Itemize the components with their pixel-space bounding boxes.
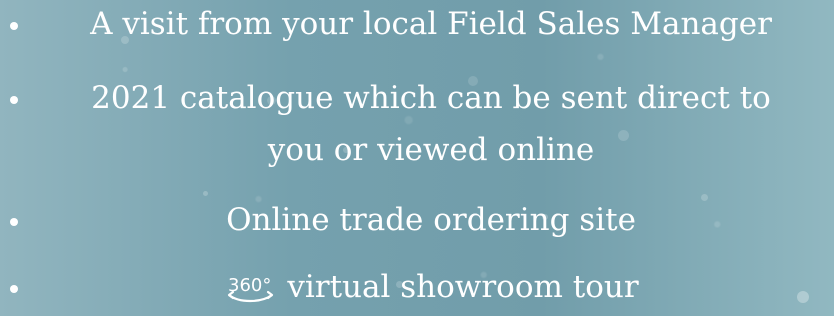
bullet-icon xyxy=(10,22,18,30)
list-item-text: A visit from your local Field Sales Mana… xyxy=(90,6,772,42)
list-item-text: 2021 catalogue which can be sent direct … xyxy=(91,80,771,116)
list-item-virtual-tour: 360° virtual showroom tour xyxy=(0,263,834,311)
list-item-continuation: you or viewed online xyxy=(267,132,595,168)
svg-text:360°: 360° xyxy=(228,275,271,296)
list-item-text-wrap: 360° virtual showroom tour xyxy=(36,263,826,316)
list-item-catalogue: 2021 catalogue which can be sent direct … xyxy=(0,74,834,122)
bullet-icon xyxy=(10,218,18,226)
virtual-tour-content: 360° virtual showroom tour xyxy=(223,263,639,311)
360-icon: 360° xyxy=(228,275,274,303)
bullet-icon xyxy=(10,285,18,293)
bullet-icon xyxy=(10,96,18,104)
list-item-text: Online trade ordering site xyxy=(226,202,636,238)
feature-list: A visit from your local Field Sales Mana… xyxy=(0,0,834,316)
list-item-online-trade-site: Online trade ordering site xyxy=(0,196,834,244)
list-item-field-sales-visit: A visit from your local Field Sales Mana… xyxy=(0,0,834,48)
virtual-tour-label: virtual showroom tour xyxy=(287,269,639,305)
